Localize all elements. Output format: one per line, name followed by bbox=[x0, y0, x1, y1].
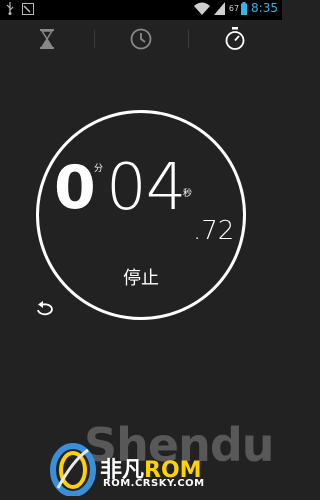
watermark-logo-icon bbox=[48, 440, 98, 497]
stopwatch-icon bbox=[225, 27, 245, 50]
wifi-icon bbox=[193, 2, 210, 15]
reset-button[interactable] bbox=[34, 298, 56, 320]
status-time: 8:35 bbox=[251, 1, 278, 15]
seconds-unit: 秒 bbox=[183, 189, 193, 199]
tab-clock[interactable] bbox=[94, 20, 188, 58]
usb-icon bbox=[6, 2, 14, 15]
tab-bar bbox=[0, 20, 282, 58]
hourglass-icon bbox=[40, 29, 54, 49]
minutes-unit: 分 bbox=[94, 164, 104, 174]
tab-divider bbox=[188, 30, 189, 48]
hundredths-value: .72 bbox=[193, 216, 235, 246]
reset-icon bbox=[37, 301, 53, 316]
tab-stopwatch[interactable] bbox=[188, 20, 282, 58]
clock-icon bbox=[130, 28, 152, 50]
tab-divider bbox=[94, 30, 95, 48]
screenshot-icon bbox=[22, 2, 34, 15]
battery-icon bbox=[241, 1, 248, 15]
seconds-value: 04 bbox=[106, 151, 186, 225]
status-bar: 67 8:35 bbox=[0, 0, 282, 20]
tab-timer[interactable] bbox=[0, 20, 94, 58]
signal-icon bbox=[213, 1, 225, 15]
minutes-value: 0 bbox=[54, 153, 96, 223]
stop-button[interactable]: 停止 bbox=[111, 266, 171, 292]
battery-percent: 67 bbox=[228, 3, 240, 13]
watermark-domain: ROM.CRSKY.COM bbox=[103, 478, 205, 489]
